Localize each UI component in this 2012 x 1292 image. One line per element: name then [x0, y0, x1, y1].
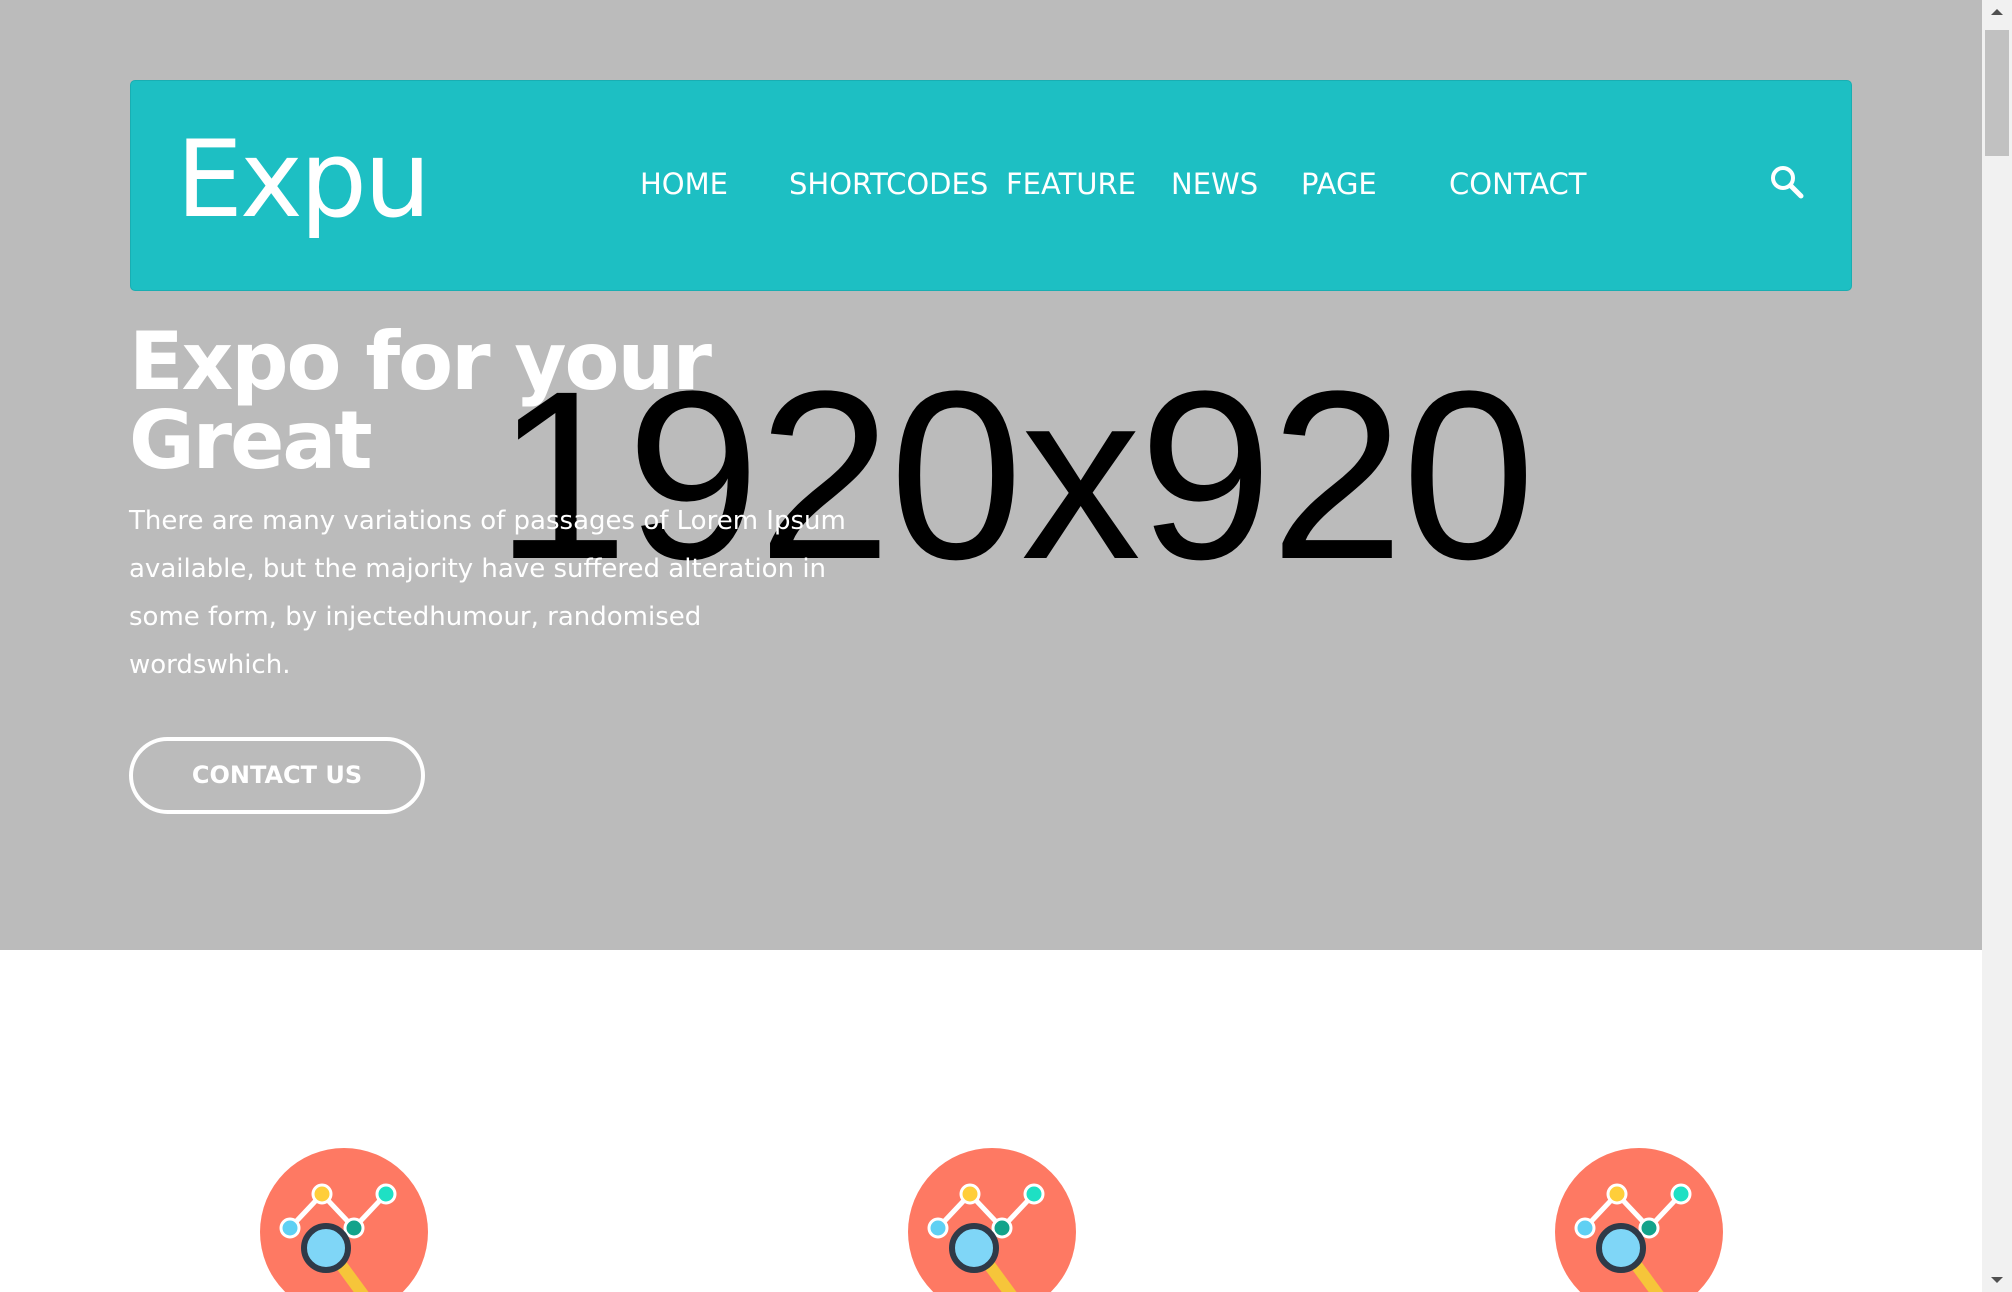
search-icon[interactable]	[1769, 164, 1805, 200]
analytics-icon	[1555, 1148, 1723, 1292]
hero-description: There are many variations of passages of…	[129, 506, 846, 680]
nav-item-feature[interactable]: FEATURE	[1006, 161, 1136, 207]
scroll-down-arrow-icon[interactable]	[1982, 1268, 2012, 1292]
scrollbar-thumb[interactable]	[1985, 30, 2009, 156]
navbar: Expu HOME SHORTCODES FEATURE NEWS PAGE C…	[130, 80, 1852, 291]
analytics-icon	[908, 1148, 1076, 1292]
nav-item-contact[interactable]: CONTACT	[1449, 161, 1587, 207]
nav-item-page[interactable]: PAGE	[1301, 161, 1377, 207]
vertical-scrollbar[interactable]	[1982, 0, 2012, 1292]
analytics-icon	[260, 1148, 428, 1292]
nav-item-shortcodes[interactable]: SHORTCODES	[789, 161, 988, 207]
contact-us-button[interactable]: CONTACT US	[129, 737, 425, 814]
nav-item-news[interactable]: NEWS	[1171, 161, 1258, 207]
page: 1920x920 Expu HOME SHORTCODES FEATURE NE…	[0, 0, 1982, 1292]
scroll-up-arrow-icon[interactable]	[1982, 0, 2012, 24]
nav-menu: HOME SHORTCODES FEATURE NEWS PAGE CONTAC…	[131, 161, 1851, 211]
nav-item-home[interactable]: HOME	[640, 161, 728, 207]
hero-section: 1920x920 Expu HOME SHORTCODES FEATURE NE…	[0, 0, 1982, 950]
hero-title: Expo for your Great	[129, 315, 712, 487]
